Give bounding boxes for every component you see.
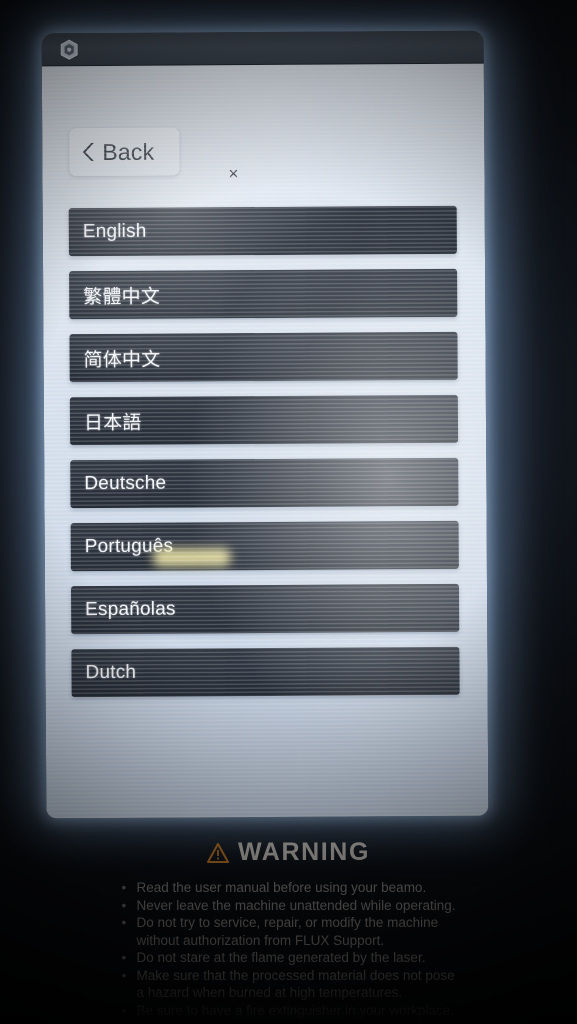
device-screen-panel: Back × English 繁體中文简体中文日本語 Deutsche Portugu… <box>41 30 489 819</box>
warning-bullet: Be sure to have a fire extinguisher in y… <box>122 1002 456 1020</box>
language-option-label: 日本語 <box>83 412 142 434</box>
back-button[interactable]: Back <box>69 127 180 177</box>
language-option-4[interactable]: 日本語 <box>69 394 459 446</box>
language-option-2[interactable]: 繁體中文 <box>69 268 458 320</box>
warning-bullet-text: Read the user manual before using your b… <box>136 880 427 895</box>
warning-bullet: Make sure that the processed material do… <box>122 967 456 1002</box>
warning-bullet-text: Never leave the machine unattended while… <box>136 897 456 913</box>
warning-bullet: Never leave the machine unattended while… <box>122 897 456 915</box>
language-option-label: Españolas <box>85 598 176 621</box>
language-option-3[interactable]: 简体中文 <box>69 331 458 383</box>
warning-bullet: Do not stare at the flame generated by t… <box>122 949 456 967</box>
warning-header: WARNING <box>0 838 577 867</box>
screen-reflection-smudge <box>152 548 231 567</box>
language-option-label: English <box>82 220 147 243</box>
warning-bullet-text: Make sure that the processed material do… <box>136 967 455 983</box>
warning-bullet-continuation: without authorization from FLUX Support. <box>136 932 385 948</box>
warning-bullet-text: Do not try to service, repair, or modify… <box>136 915 439 930</box>
language-option-1[interactable]: English <box>68 205 457 257</box>
photographed-scene: Back × English 繁體中文简体中文日本語 Deutsche Portugu… <box>0 0 577 1024</box>
language-list: English 繁體中文简体中文日本語 Deutsche Português Españ… <box>68 205 460 712</box>
back-button-label: Back <box>102 138 155 165</box>
flux-hexagon-logo-icon <box>60 39 78 60</box>
language-option-7[interactable]: Españolas <box>70 583 460 635</box>
warning-triangle-icon <box>206 842 229 863</box>
close-icon[interactable]: × <box>228 164 238 183</box>
language-option-8[interactable]: Dutch <box>71 646 460 698</box>
chevron-left-icon <box>82 143 94 162</box>
warning-bullet: Read the user manual before using your b… <box>122 879 456 897</box>
warning-title: WARNING <box>237 838 371 866</box>
language-option-label: Dutch <box>85 661 137 684</box>
device-titlebar <box>41 30 484 67</box>
warning-bullet: Do not try to service, repair, or modify… <box>122 914 456 949</box>
warning-bullet-text: Do not stare at the flame generated by t… <box>136 950 426 965</box>
warning-bullet-text: Be sure to have a fire extinguisher in y… <box>136 1002 454 1018</box>
warning-bullet-list: Read the user manual before using your b… <box>122 879 456 1019</box>
language-option-label: 简体中文 <box>83 349 161 371</box>
language-option-label: Deutsche <box>84 472 167 495</box>
language-option-6[interactable]: Português <box>70 520 459 572</box>
warning-bullet-continuation: a hazard when burned at high temperature… <box>136 985 403 1000</box>
language-option-5[interactable]: Deutsche <box>70 457 459 509</box>
warning-notice: WARNING Read the user manual before usin… <box>0 838 577 1020</box>
device-screen-body: Back × English 繁體中文简体中文日本語 Deutsche Portugu… <box>41 63 489 819</box>
language-option-label: 繁體中文 <box>83 286 161 308</box>
